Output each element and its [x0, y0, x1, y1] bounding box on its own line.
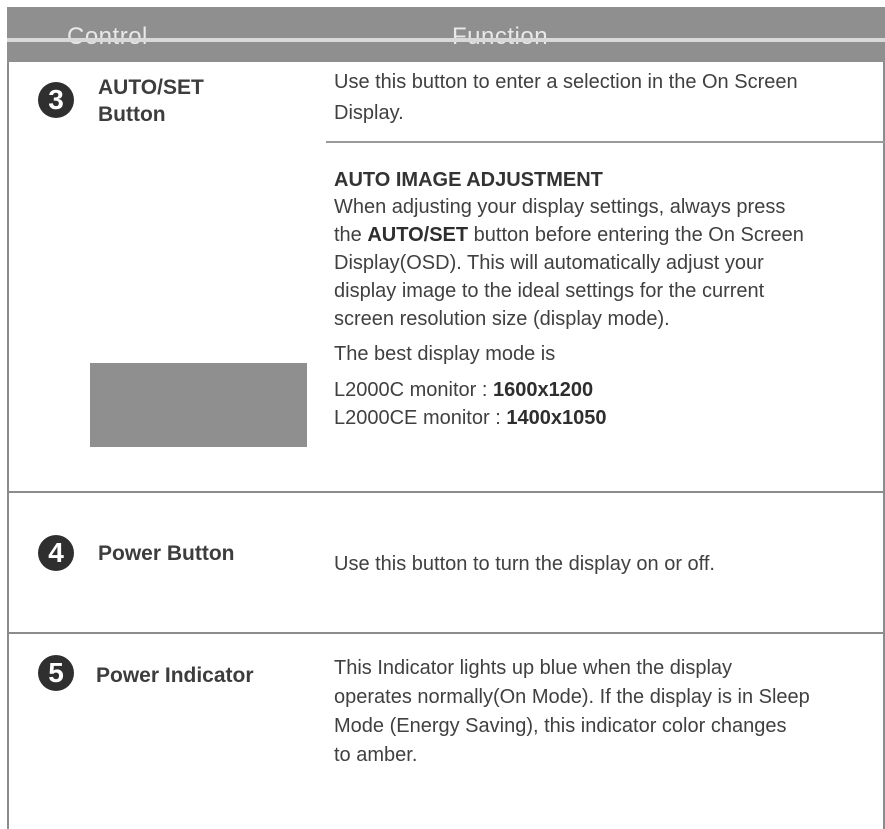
autoset-label-line1: AUTO/SET [98, 76, 204, 99]
number-4-icon: 4 [38, 535, 74, 571]
power-indicator-label: Power Indicator [96, 664, 254, 687]
number-5-icon: 5 [38, 655, 74, 691]
power-indicator-desc-line2: operates normally(On Mode). If the displ… [334, 686, 810, 708]
header-function: Function [452, 23, 549, 50]
row-divider-2 [7, 632, 885, 634]
row-divider-1 [7, 491, 885, 493]
power-indicator-desc-line3: Mode (Energy Saving), this indicator col… [334, 715, 787, 737]
autoset-desc-line2: Display. [334, 102, 404, 124]
power-button-label: Power Button [98, 542, 235, 565]
table-header: Control Function [7, 7, 885, 62]
autoset-desc-line1: Use this button to enter a selection in … [334, 71, 798, 93]
autoset-label-line2: Button [98, 103, 166, 126]
auto-image-title: AUTO IMAGE ADJUSTMENT [334, 169, 603, 191]
auto-para-line5: screen resolution size (display mode). [334, 308, 670, 330]
power-indicator-desc-line1: This Indicator lights up blue when the d… [334, 657, 733, 679]
image-placeholder [90, 363, 307, 447]
best-mode-text: The best display mode is [334, 343, 556, 365]
header-control: Control [67, 23, 148, 50]
header-stripe [7, 38, 885, 42]
power-button-desc: Use this button to turn the display on o… [334, 553, 715, 575]
auto-para-line2: the AUTO/SET button before entering the … [334, 224, 804, 246]
inner-divider [326, 141, 885, 143]
number-3-icon: 3 [38, 82, 74, 118]
mode-l2000ce: L2000CE monitor : 1400x1050 [334, 407, 607, 429]
auto-para-line1: When adjusting your display settings, al… [334, 196, 786, 218]
power-indicator-desc-line4: to amber. [334, 744, 418, 766]
auto-para-line3: Display(OSD). This will automatically ad… [334, 252, 764, 274]
auto-para-line4: display image to the ideal settings for … [334, 280, 765, 302]
mode-l2000c: L2000C monitor : 1600x1200 [334, 379, 594, 401]
